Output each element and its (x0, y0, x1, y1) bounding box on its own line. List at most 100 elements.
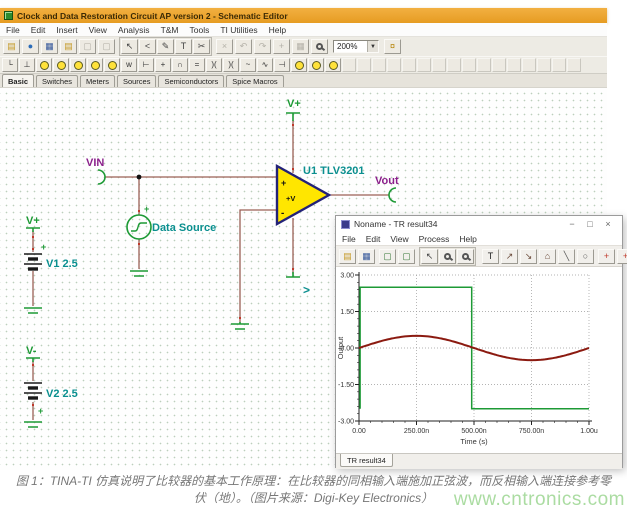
save-icon[interactable]: ▦ (358, 249, 375, 264)
toolbar-group: ↖ (419, 247, 476, 266)
empty-toolbar-slot (492, 58, 506, 72)
tab-semiconductors[interactable]: Semiconductors (158, 75, 224, 87)
title-bar[interactable]: Clock and Data Restoration Circuit AP ve… (0, 8, 607, 23)
menu-item-help[interactable]: Help (269, 25, 286, 35)
pencil-icon[interactable]: ✎ (157, 39, 174, 54)
empty-toolbar-slot (387, 58, 401, 72)
relay-icon[interactable]: ∿ (257, 58, 273, 72)
result-title-bar[interactable]: Noname - TR result34 −□× (336, 216, 622, 232)
voltage-source-icon[interactable] (36, 58, 52, 72)
empty-toolbar-slot (372, 58, 386, 72)
voltage-generator-icon (91, 61, 100, 70)
paste-icon[interactable]: ▢ (98, 39, 115, 54)
tab-basic[interactable]: Basic (2, 74, 34, 87)
menu-item-view[interactable]: View (390, 234, 408, 244)
component-toolbar: └⊥w⊢+∩=)()(~∿⊣ (0, 56, 607, 73)
empty-toolbar-slot (507, 58, 521, 72)
cursor-icon[interactable]: ↖ (421, 249, 438, 264)
menu-item-edit[interactable]: Edit (366, 234, 381, 244)
wire-tool-icon[interactable]: < (139, 39, 156, 54)
minimize-button[interactable]: − (563, 219, 581, 229)
tab-meters[interactable]: Meters (80, 75, 115, 87)
menu-item-t-m[interactable]: T&M (161, 25, 179, 35)
tab-switches[interactable]: Switches (36, 75, 78, 87)
result-app-icon (341, 220, 350, 229)
transformer2-icon[interactable]: )( (223, 58, 239, 72)
switch-icon[interactable]: ~ (240, 58, 256, 72)
menu-item-analysis[interactable]: Analysis (118, 25, 150, 35)
meter1-icon[interactable] (291, 58, 307, 72)
current-source-icon[interactable] (70, 58, 86, 72)
empty-toolbar-slot (462, 58, 476, 72)
window-title: Clock and Data Restoration Circuit AP ve… (17, 11, 288, 21)
magnifier-icon (316, 43, 323, 50)
close-button[interactable]: × (599, 219, 617, 229)
current-generator-icon (108, 61, 117, 70)
text-tool-icon[interactable]: T (175, 39, 192, 54)
meter2-icon[interactable] (308, 58, 324, 72)
copy-icon[interactable]: ▢ (79, 39, 96, 54)
text-tool-icon[interactable]: T (482, 249, 499, 264)
redo-icon[interactable]: ↷ (254, 39, 271, 54)
zoom-plus-icon[interactable]: + (273, 39, 290, 54)
potentiometer-icon[interactable]: ⊢ (138, 58, 154, 72)
capacitor-icon[interactable]: + (155, 58, 171, 72)
result-tab[interactable]: TR result34 (340, 454, 393, 467)
select-cursor-icon[interactable]: ↖ (121, 39, 138, 54)
menu-item-edit[interactable]: Edit (31, 25, 46, 35)
toolbar-group: ↖<✎T✂ (119, 37, 212, 56)
wire-icon[interactable]: └ (2, 58, 18, 72)
tab-sources[interactable]: Sources (117, 75, 157, 87)
interactive-mode-icon[interactable]: ¤ (384, 39, 401, 54)
empty-toolbar-slot (552, 58, 566, 72)
meter3-icon[interactable] (325, 58, 341, 72)
cursor-a-icon[interactable]: + (598, 249, 615, 264)
probe-b-icon[interactable]: ↘ (520, 249, 537, 264)
open-macro-icon[interactable]: ▤ (60, 39, 77, 54)
battery-icon[interactable] (53, 58, 69, 72)
paste-icon[interactable]: ▢ (398, 249, 415, 264)
save-icon[interactable]: ▦ (41, 39, 58, 54)
grid-icon[interactable]: ▦ (292, 39, 309, 54)
voltage-generator-icon[interactable] (87, 58, 103, 72)
undo-icon[interactable]: ↶ (235, 39, 252, 54)
menu-item-view[interactable]: View (89, 25, 107, 35)
menu-item-process[interactable]: Process (419, 234, 450, 244)
ellipse-tool-icon[interactable]: ○ (577, 249, 594, 264)
tab-spice-macros[interactable]: Spice Macros (226, 75, 283, 87)
home-icon[interactable]: ⌂ (539, 249, 556, 264)
empty-toolbar-slot (357, 58, 371, 72)
menu-item-insert[interactable]: Insert (56, 25, 77, 35)
magnifier-icon[interactable] (311, 39, 328, 54)
current-generator-icon[interactable] (104, 58, 120, 72)
cursor-b-icon[interactable]: + (617, 249, 627, 264)
resistor-icon[interactable]: w (121, 58, 137, 72)
ground-icon[interactable]: ⊥ (19, 58, 35, 72)
menu-item-file[interactable]: File (6, 25, 20, 35)
zoom-in-icon[interactable] (439, 249, 456, 264)
empty-toolbar-slot (402, 58, 416, 72)
open-file-icon[interactable]: ▤ (3, 39, 20, 54)
line-tool-icon[interactable]: ╲ (558, 249, 575, 264)
svg-text:Output: Output (336, 336, 345, 359)
copy-icon[interactable]: ▢ (379, 249, 396, 264)
inductor-icon[interactable]: ∩ (172, 58, 188, 72)
menu-item-file[interactable]: File (342, 234, 356, 244)
menu-item-ti-utilities[interactable]: TI Utilities (220, 25, 257, 35)
chevron-down-icon[interactable]: ▼ (367, 41, 378, 52)
zoom-level-select[interactable]: 200%▼ (333, 40, 379, 53)
cut-icon[interactable]: ✂ (193, 39, 210, 54)
transformer-icon[interactable]: )( (206, 58, 222, 72)
current-source-icon (74, 61, 83, 70)
jumper-icon[interactable]: ⊣ (274, 58, 290, 72)
delete-icon[interactable]: × (216, 39, 233, 54)
menu-item-help[interactable]: Help (459, 234, 476, 244)
coupled-inductor-icon[interactable]: = (189, 58, 205, 72)
empty-toolbar-slot (447, 58, 461, 72)
menu-item-tools[interactable]: Tools (190, 25, 210, 35)
netlist-icon[interactable]: ● (22, 39, 39, 54)
maximize-button[interactable]: □ (581, 219, 599, 229)
open-file-icon[interactable]: ▤ (339, 249, 356, 264)
zoom-out-icon[interactable] (457, 249, 474, 264)
probe-a-icon[interactable]: ↗ (501, 249, 518, 264)
